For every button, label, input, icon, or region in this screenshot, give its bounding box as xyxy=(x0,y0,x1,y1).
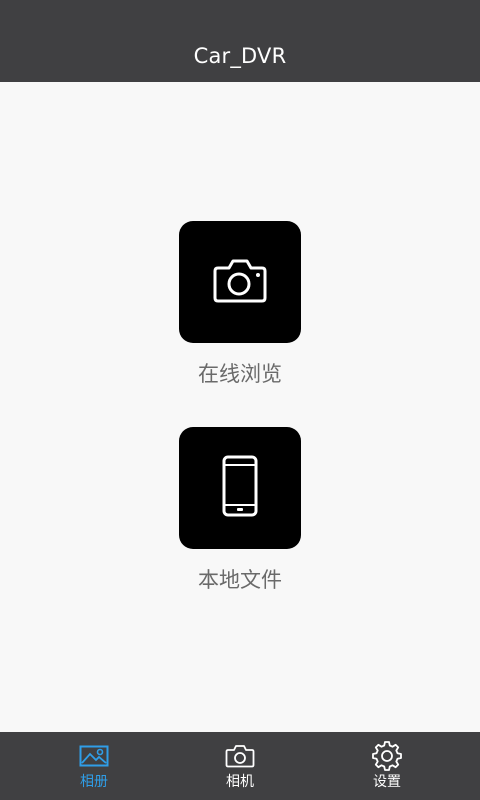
phone-icon xyxy=(220,454,260,522)
tab-gallery[interactable]: 相册 xyxy=(14,732,174,800)
title-bar: Car_DVR xyxy=(0,0,480,82)
tab-settings[interactable]: 设置 xyxy=(307,732,467,800)
online-browse-label: 在线浏览 xyxy=(198,362,282,386)
online-browse-button[interactable] xyxy=(179,221,301,343)
camera-icon xyxy=(212,256,268,308)
gallery-icon xyxy=(79,742,109,770)
app-root: Car_DVR 在线浏览 本地文件 相册 相机 设置 xyxy=(0,0,480,800)
local-files-label: 本地文件 xyxy=(198,568,282,592)
tab-camera-label: 相机 xyxy=(226,774,254,790)
tab-settings-label: 设置 xyxy=(373,774,401,790)
local-files-button[interactable] xyxy=(179,427,301,549)
app-title: Car_DVR xyxy=(193,44,287,68)
bottom-tab-bar: 相册 相机 设置 xyxy=(0,732,480,800)
tab-camera[interactable]: 相机 xyxy=(160,732,320,800)
camera-icon xyxy=(225,742,255,770)
gear-icon xyxy=(372,741,402,771)
tab-gallery-label: 相册 xyxy=(80,774,108,790)
